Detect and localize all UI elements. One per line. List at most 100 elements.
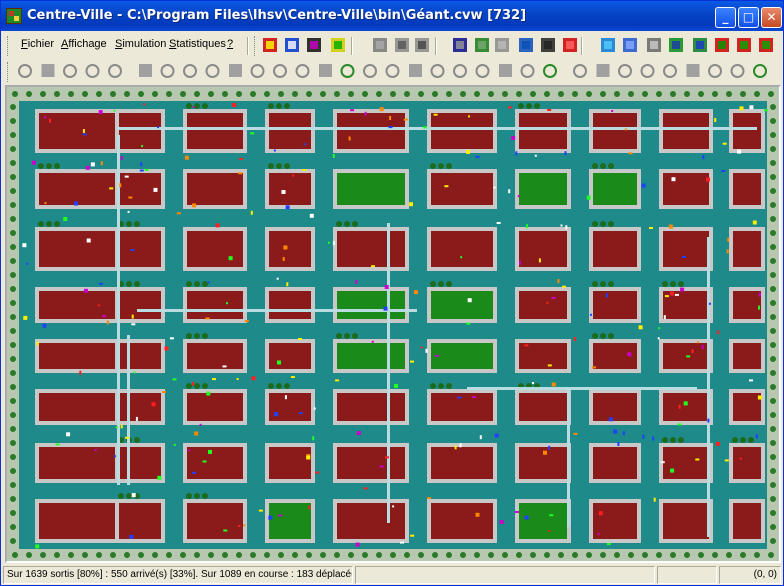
sun-icon[interactable] xyxy=(371,36,389,54)
building[interactable] xyxy=(119,393,161,421)
building[interactable] xyxy=(593,291,637,319)
edit-tool-icon[interactable] xyxy=(409,64,422,77)
building[interactable] xyxy=(431,113,493,149)
building[interactable] xyxy=(519,291,567,319)
building[interactable] xyxy=(187,291,243,319)
edit-tool-icon[interactable] xyxy=(85,64,100,78)
building[interactable] xyxy=(337,231,405,267)
building[interactable] xyxy=(187,447,243,479)
stop-square-icon[interactable] xyxy=(413,36,431,54)
edit-tool-icon[interactable] xyxy=(596,64,610,77)
building[interactable] xyxy=(119,113,161,149)
edit-tool-icon[interactable] xyxy=(139,64,152,77)
play-icon[interactable] xyxy=(493,36,511,54)
building[interactable] xyxy=(39,503,121,539)
building[interactable] xyxy=(187,173,243,205)
building[interactable] xyxy=(519,231,567,267)
park[interactable] xyxy=(431,291,493,319)
toolbar-grip[interactable] xyxy=(254,36,257,56)
building[interactable] xyxy=(431,231,493,267)
edit-tool-icon[interactable] xyxy=(319,64,332,77)
building[interactable] xyxy=(39,447,121,479)
zoom-icon[interactable] xyxy=(599,36,617,54)
building[interactable] xyxy=(663,113,709,149)
menu-affichage[interactable]: Affichage xyxy=(61,38,107,50)
building[interactable] xyxy=(337,393,405,421)
building[interactable] xyxy=(593,393,637,421)
step-icon[interactable] xyxy=(451,36,469,54)
building[interactable] xyxy=(431,173,493,205)
building[interactable] xyxy=(733,231,761,267)
pause-icon[interactable] xyxy=(517,36,535,54)
check-icon[interactable] xyxy=(473,36,491,54)
edit-tool-icon[interactable] xyxy=(160,64,175,78)
menu-help[interactable]: ? xyxy=(227,38,233,50)
building[interactable] xyxy=(519,393,567,421)
edit-tool-icon[interactable] xyxy=(753,64,767,78)
grid-view-icon[interactable] xyxy=(305,36,323,54)
building[interactable] xyxy=(733,113,761,149)
building[interactable] xyxy=(187,503,243,539)
park[interactable] xyxy=(337,291,405,319)
building[interactable] xyxy=(187,231,243,267)
edit-tool-icon[interactable] xyxy=(543,64,557,78)
edit-tool-icon[interactable] xyxy=(63,64,77,78)
move-icon[interactable] xyxy=(645,36,663,54)
edit-tool-icon[interactable] xyxy=(453,64,467,78)
park[interactable] xyxy=(431,343,493,369)
building[interactable] xyxy=(733,343,761,369)
building[interactable] xyxy=(187,343,243,369)
building[interactable] xyxy=(663,173,709,205)
edit-tool-icon[interactable] xyxy=(295,64,310,78)
building[interactable] xyxy=(733,447,761,479)
building[interactable] xyxy=(269,291,311,319)
building[interactable] xyxy=(119,291,161,319)
park[interactable] xyxy=(269,503,311,539)
building[interactable] xyxy=(663,231,709,267)
edit-tool-icon[interactable] xyxy=(430,64,445,78)
park[interactable] xyxy=(519,503,567,539)
building[interactable] xyxy=(663,503,709,539)
building[interactable] xyxy=(593,231,637,267)
building[interactable] xyxy=(733,291,761,319)
building[interactable] xyxy=(337,503,405,539)
building[interactable] xyxy=(337,447,405,479)
target-icon[interactable] xyxy=(329,36,347,54)
building[interactable] xyxy=(431,393,493,421)
building[interactable] xyxy=(119,343,161,369)
close-button[interactable]: ✕ xyxy=(761,7,782,28)
edit-tool-icon[interactable] xyxy=(663,64,677,78)
building[interactable] xyxy=(269,343,311,369)
building[interactable] xyxy=(39,291,121,319)
park[interactable] xyxy=(593,173,637,205)
edit-tool-icon[interactable] xyxy=(385,64,400,78)
parking-icon[interactable] xyxy=(283,36,301,54)
edit-tool-icon[interactable] xyxy=(340,64,355,78)
building[interactable] xyxy=(519,343,567,369)
edit-tool-icon[interactable] xyxy=(108,64,122,78)
menu-statistiques[interactable]: Statistiques xyxy=(169,38,226,50)
building[interactable] xyxy=(119,447,161,479)
building[interactable] xyxy=(39,393,121,421)
building[interactable] xyxy=(39,173,121,205)
building[interactable] xyxy=(733,173,761,205)
toolbar-grip[interactable] xyxy=(7,36,10,56)
building[interactable] xyxy=(663,393,709,421)
building[interactable] xyxy=(187,113,243,149)
app-logo-icon[interactable] xyxy=(6,8,22,24)
menu-simulation[interactable]: Simulation xyxy=(115,38,166,50)
building[interactable] xyxy=(269,173,311,205)
tool-20-icon[interactable] xyxy=(757,36,775,54)
building[interactable] xyxy=(337,113,405,149)
building[interactable] xyxy=(733,503,761,539)
building[interactable] xyxy=(119,503,161,539)
park[interactable] xyxy=(337,173,405,205)
building[interactable] xyxy=(663,447,709,479)
edit-tool-icon[interactable] xyxy=(18,64,32,78)
park[interactable] xyxy=(337,343,405,369)
cars-icon[interactable] xyxy=(713,36,731,54)
edit-tool-icon[interactable] xyxy=(205,64,220,78)
title-bar[interactable]: Centre-Ville - C:\Program Files\lhsv\Cen… xyxy=(1,1,783,31)
edit-tool-icon[interactable] xyxy=(475,64,490,78)
building[interactable] xyxy=(39,113,121,149)
